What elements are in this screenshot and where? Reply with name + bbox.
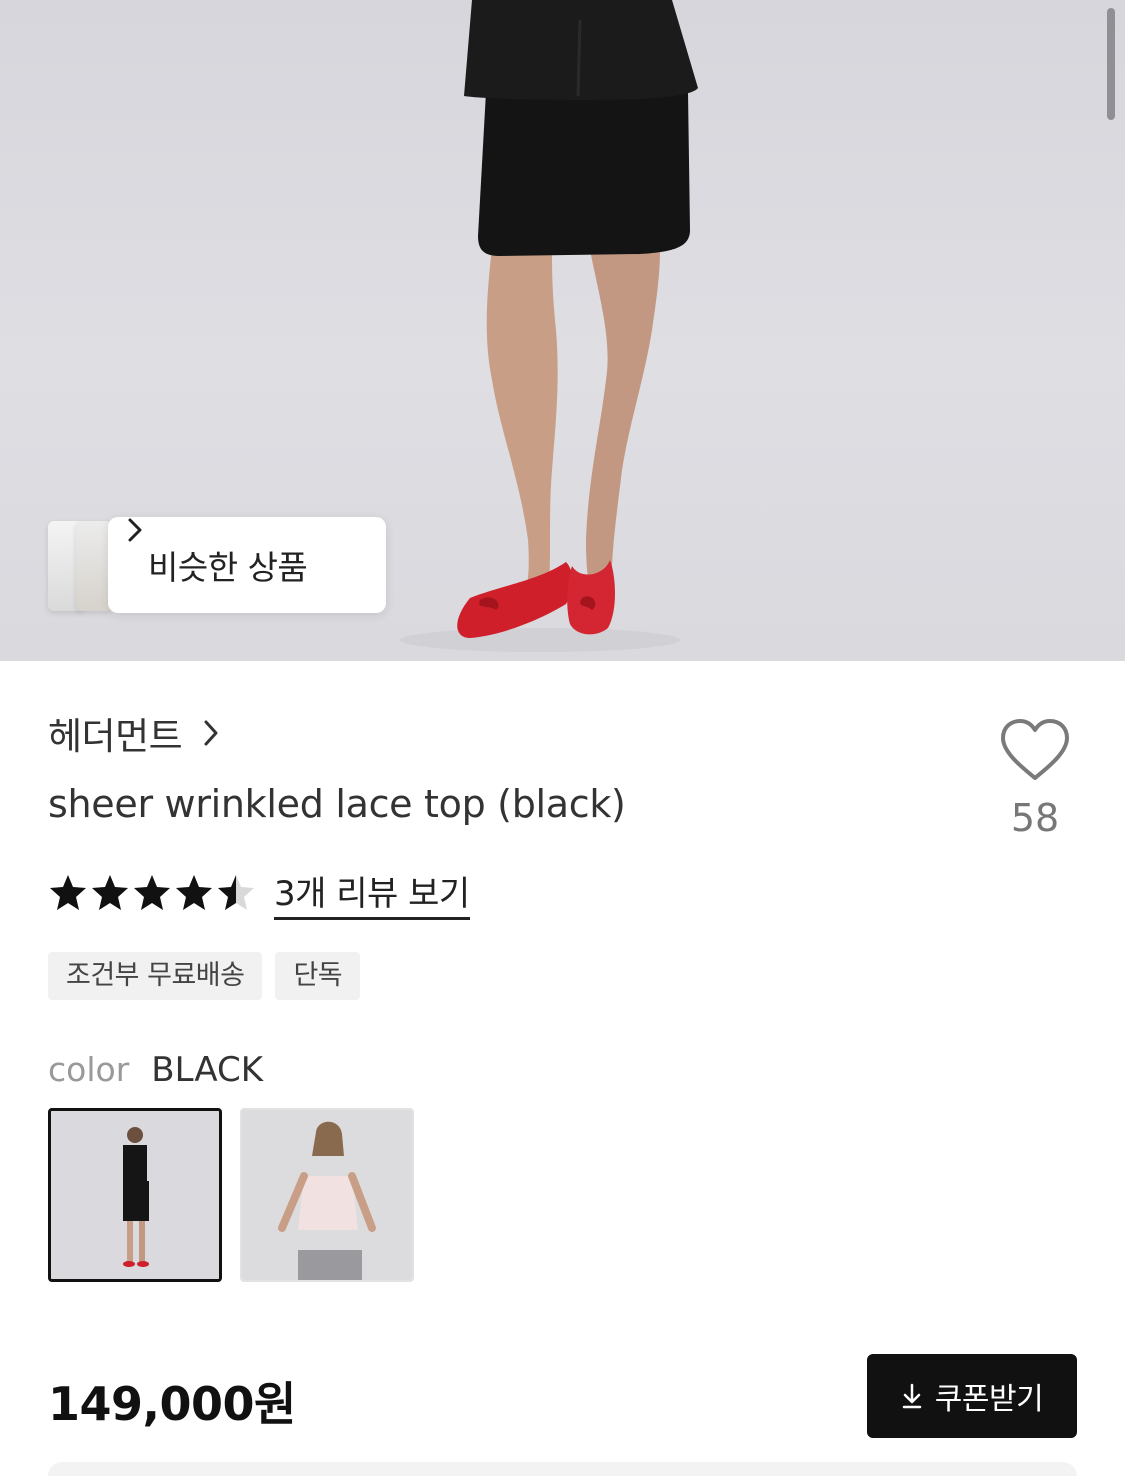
swatch-pink[interactable] — [240, 1108, 414, 1282]
coupon-label: 쿠폰받기 — [934, 1382, 1044, 1417]
similar-thumbnail — [76, 521, 112, 611]
star-icon — [176, 875, 212, 910]
review-link[interactable]: 3개 리뷰 보기 — [274, 866, 470, 920]
star-icon — [134, 875, 170, 910]
similar-products-label: 비슷한 상품 — [148, 548, 308, 587]
chevron-right-icon — [204, 720, 218, 746]
download-icon — [902, 1383, 922, 1409]
color-swatches — [48, 1108, 432, 1282]
similar-products-button[interactable]: 비슷한 상품 — [48, 517, 386, 613]
swatch-pink-image — [242, 1110, 412, 1280]
product-tags: 조건부 무료배송 단독 — [48, 952, 373, 1000]
swatch-black[interactable] — [48, 1108, 222, 1282]
like-button[interactable]: 58 — [996, 716, 1074, 840]
star-icon — [50, 875, 86, 910]
coupon-button[interactable]: 쿠폰받기 — [867, 1354, 1077, 1438]
brand-name: 헤더먼트 — [48, 715, 183, 758]
brand-link[interactable]: 헤더먼트 — [48, 706, 220, 760]
star-icon — [218, 875, 254, 910]
color-selector-label: color BLACK — [48, 1050, 263, 1090]
like-count: 58 — [1010, 796, 1060, 840]
product-title: sheer wrinkled lace top (black) — [48, 782, 626, 826]
color-key: color — [48, 1050, 130, 1089]
product-tag: 단독 — [275, 952, 361, 1000]
swatch-black-image — [51, 1111, 219, 1279]
product-price: 149,000원 — [48, 1377, 296, 1431]
similar-products-thumbnails — [48, 519, 112, 611]
product-hero-image[interactable]: 비슷한 상품 — [0, 0, 1125, 661]
heart-icon — [1001, 719, 1069, 780]
rating-stars — [48, 873, 258, 913]
chevron-right-icon — [128, 518, 142, 542]
scrollbar-thumb[interactable] — [1107, 8, 1115, 120]
color-value: BLACK — [151, 1050, 264, 1090]
similar-products-pill[interactable]: 비슷한 상품 — [108, 517, 386, 613]
product-tag: 조건부 무료배송 — [48, 952, 263, 1000]
product-page: 비슷한 상품 헤더먼트 sheer wrinkled lace top (bla… — [0, 0, 1125, 1476]
star-icon — [92, 875, 128, 910]
next-section-box — [48, 1462, 1077, 1476]
rating-row: 3개 리뷰 보기 — [48, 866, 470, 920]
